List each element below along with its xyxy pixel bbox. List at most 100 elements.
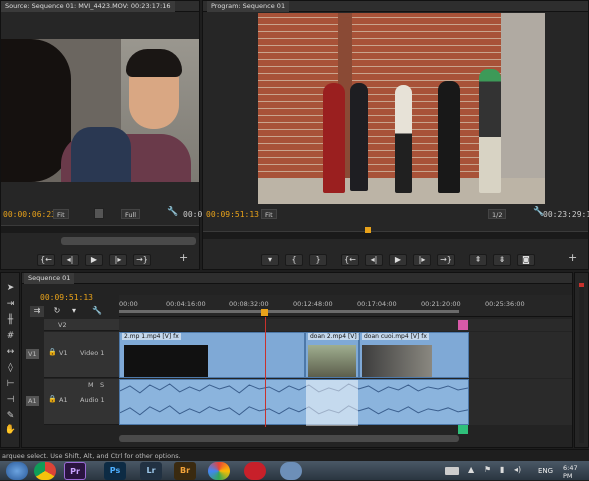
video-clip-3[interactable]: doan cuoi.mp4 [V] fx <box>359 332 469 378</box>
source-settings-icon[interactable] <box>94 208 104 219</box>
taskbar-app-premiere[interactable]: Pr <box>64 462 86 480</box>
track-name-video1: Video 1 <box>80 349 105 357</box>
time-ruler[interactable]: 00:00 00:04:16:00 00:08:32:00 00:12:48:0… <box>119 295 572 317</box>
video-clip-2[interactable]: doan 2.mp4 [V] fx <box>305 332 367 378</box>
rolling-edit-tool-icon[interactable]: # <box>2 329 19 343</box>
source-quality-select[interactable]: Full <box>121 209 141 219</box>
program-play-button[interactable]: ▶ <box>389 254 407 266</box>
person-white-shirt <box>395 85 412 193</box>
lock-icon-a1[interactable]: 🔒 <box>48 395 57 403</box>
audio-clip[interactable] <box>119 379 469 426</box>
program-step-back-button[interactable]: ◂| <box>365 254 383 266</box>
source-wrench-icon[interactable]: 🔧 <box>167 207 178 217</box>
person-2 <box>350 83 368 191</box>
tray-arrow-icon[interactable]: ▲ <box>468 465 474 474</box>
program-video-frame <box>258 13 545 204</box>
clip-end-marker[interactable] <box>458 320 468 330</box>
source-patch-v1[interactable]: V1 <box>26 349 39 359</box>
program-resolution-select[interactable]: 1/2 <box>488 209 507 219</box>
keyboard-icon[interactable] <box>445 467 459 475</box>
source-video-frame <box>1 39 199 182</box>
razor-tool-icon[interactable]: ◊ <box>2 361 19 375</box>
mute-button[interactable]: M <box>88 381 94 389</box>
chrome-icon[interactable] <box>34 462 56 480</box>
program-lift-button[interactable]: ⇞ <box>469 254 487 266</box>
audio-meter-panel <box>574 272 589 448</box>
timeline-scrollbar[interactable] <box>119 435 459 442</box>
selection-tool-icon[interactable]: ➤ <box>2 281 19 295</box>
ripple-edit-tool-icon[interactable]: ╫ <box>2 313 19 327</box>
source-mark-out-button[interactable]: →} <box>133 254 151 266</box>
snap-icon[interactable]: ⇉ <box>30 306 44 317</box>
program-tab[interactable]: Program: Sequence 01 <box>207 1 290 12</box>
taskbar-app-photoshop[interactable]: Ps <box>104 462 126 480</box>
solo-button[interactable]: S <box>100 381 104 389</box>
clip-label-3: doan cuoi.mp4 [V] fx <box>362 333 429 340</box>
program-mark-out-button[interactable]: } <box>309 254 327 266</box>
slip-tool-icon[interactable]: ⊢ <box>2 377 19 391</box>
language-indicator[interactable]: ENG <box>538 467 553 475</box>
pen-tool-icon[interactable]: ✎ <box>2 409 19 423</box>
work-area-bar[interactable] <box>119 310 459 313</box>
lock-icon-v1[interactable]: 🔒 <box>48 348 57 356</box>
timeline-playhead[interactable] <box>265 317 266 427</box>
ruler-label-2: 00:08:32:00 <box>229 300 269 308</box>
source-scroll[interactable] <box>61 237 196 245</box>
opera-icon[interactable] <box>244 462 266 480</box>
audio-end-marker[interactable] <box>458 425 468 434</box>
paint-icon[interactable] <box>280 462 302 480</box>
source-zoom-select[interactable]: Fit <box>53 209 69 219</box>
track-label-a1: A1 <box>59 396 68 404</box>
program-timecode[interactable]: 00:09:51:13 <box>206 210 259 219</box>
timeline-settings-icon[interactable]: 🔧 <box>92 306 102 317</box>
program-zoom-select[interactable]: Fit <box>261 209 277 219</box>
source-scrub-bar[interactable] <box>1 225 199 233</box>
track-lane-v2[interactable] <box>119 319 572 331</box>
timeline-tab[interactable]: Sequence 01 <box>24 273 75 284</box>
clip-label-2: doan 2.mp4 [V] fx <box>308 333 367 340</box>
tray-network-icon[interactable]: ▮ <box>500 465 504 474</box>
picasa-icon[interactable] <box>208 462 230 480</box>
start-orb-icon[interactable] <box>6 462 28 480</box>
source-step-back-button[interactable]: ◂| <box>61 254 79 266</box>
tray-flag-icon[interactable]: ⚑ <box>484 465 491 474</box>
source-patch-a1[interactable]: A1 <box>26 396 39 406</box>
taskbar-app-lightroom[interactable]: Lr <box>140 462 162 480</box>
video-clip-1[interactable]: 2.mp 1.mp4 [V] fx <box>119 332 305 378</box>
source-duration: 00:0 <box>183 210 203 219</box>
rate-stretch-tool-icon[interactable]: ↔ <box>2 345 19 359</box>
program-add-icon[interactable]: + <box>568 251 577 264</box>
hand-tool-icon[interactable]: ✋ <box>2 423 19 437</box>
track-select-tool-icon[interactable]: ⇥ <box>2 297 19 311</box>
source-mark-in-button[interactable]: {← <box>37 254 55 266</box>
ruler-label-4: 00:17:04:00 <box>357 300 397 308</box>
add-marker-icon[interactable]: ▾ <box>72 306 82 317</box>
linked-selection-icon[interactable]: ↻ <box>50 306 64 317</box>
source-step-forward-button[interactable]: |▸ <box>109 254 127 266</box>
program-export-frame-button[interactable]: ◙ <box>517 254 535 266</box>
program-extract-button[interactable]: ⇟ <box>493 254 511 266</box>
clock-time[interactable]: 6:47 PM <box>563 464 589 480</box>
program-mark-in-button[interactable]: { <box>285 254 303 266</box>
program-monitor-panel: Program: Sequence 01 00:09:51:13 Fit 1/2… <box>202 0 589 270</box>
status-bar: arquee select. Use Shift, Alt, and Ctrl … <box>0 449 589 461</box>
program-goto-out-button[interactable]: →} <box>437 254 455 266</box>
program-goto-in-button[interactable]: {← <box>341 254 359 266</box>
source-play-button[interactable]: ▶ <box>85 254 103 266</box>
taskbar-app-bridge[interactable]: Br <box>174 462 196 480</box>
tray-volume-icon[interactable]: ◂) <box>514 465 521 474</box>
program-playhead-marker[interactable] <box>365 227 371 233</box>
source-frame-jacket <box>71 127 131 182</box>
program-marker-button[interactable]: ▾ <box>261 254 279 266</box>
ruler-playhead-marker[interactable] <box>261 309 268 316</box>
source-add-icon[interactable]: + <box>179 251 188 264</box>
program-step-forward-button[interactable]: |▸ <box>413 254 431 266</box>
person-green-cap <box>479 69 501 193</box>
timeline-timecode[interactable]: 00:09:51:13 <box>40 293 93 302</box>
source-timecode[interactable]: 00:00:06:23 <box>3 210 56 219</box>
timeline-tabbar: Sequence 01 <box>22 273 572 284</box>
wall-column-right <box>501 13 545 204</box>
source-tab[interactable]: Source: Sequence 01: MVI_4423.MOV: 00:23… <box>1 1 175 12</box>
slide-tool-icon[interactable]: ⊣ <box>2 393 19 407</box>
program-scrub-bar[interactable] <box>203 231 588 239</box>
